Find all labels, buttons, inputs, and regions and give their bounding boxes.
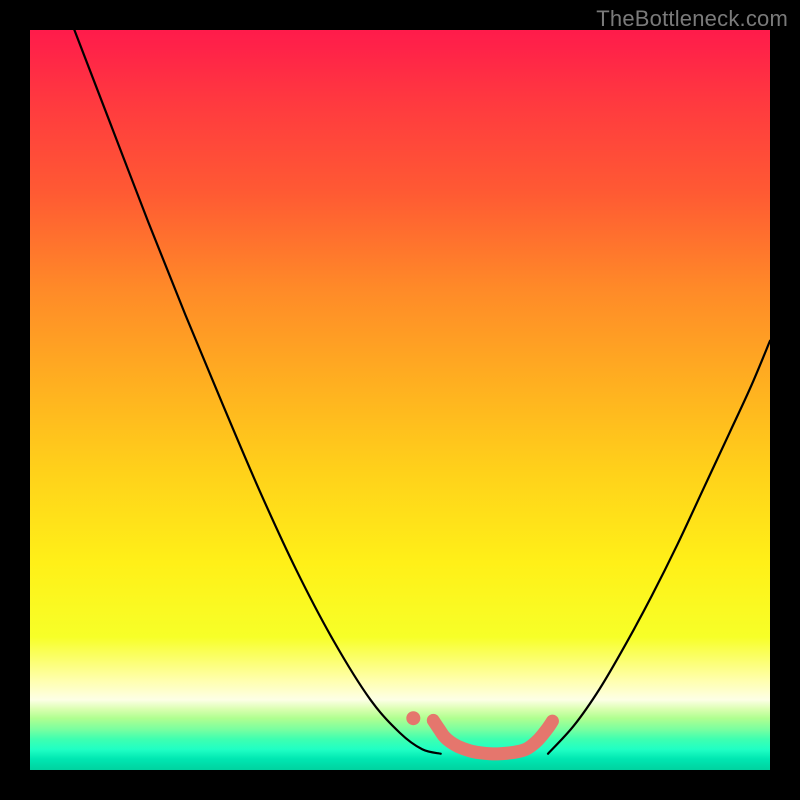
bottleneck-plot [30,30,770,770]
chart-frame [30,30,770,770]
gradient-background [30,30,770,770]
optimal-range-start-dot [406,711,420,725]
watermark-text: TheBottleneck.com [596,6,788,32]
